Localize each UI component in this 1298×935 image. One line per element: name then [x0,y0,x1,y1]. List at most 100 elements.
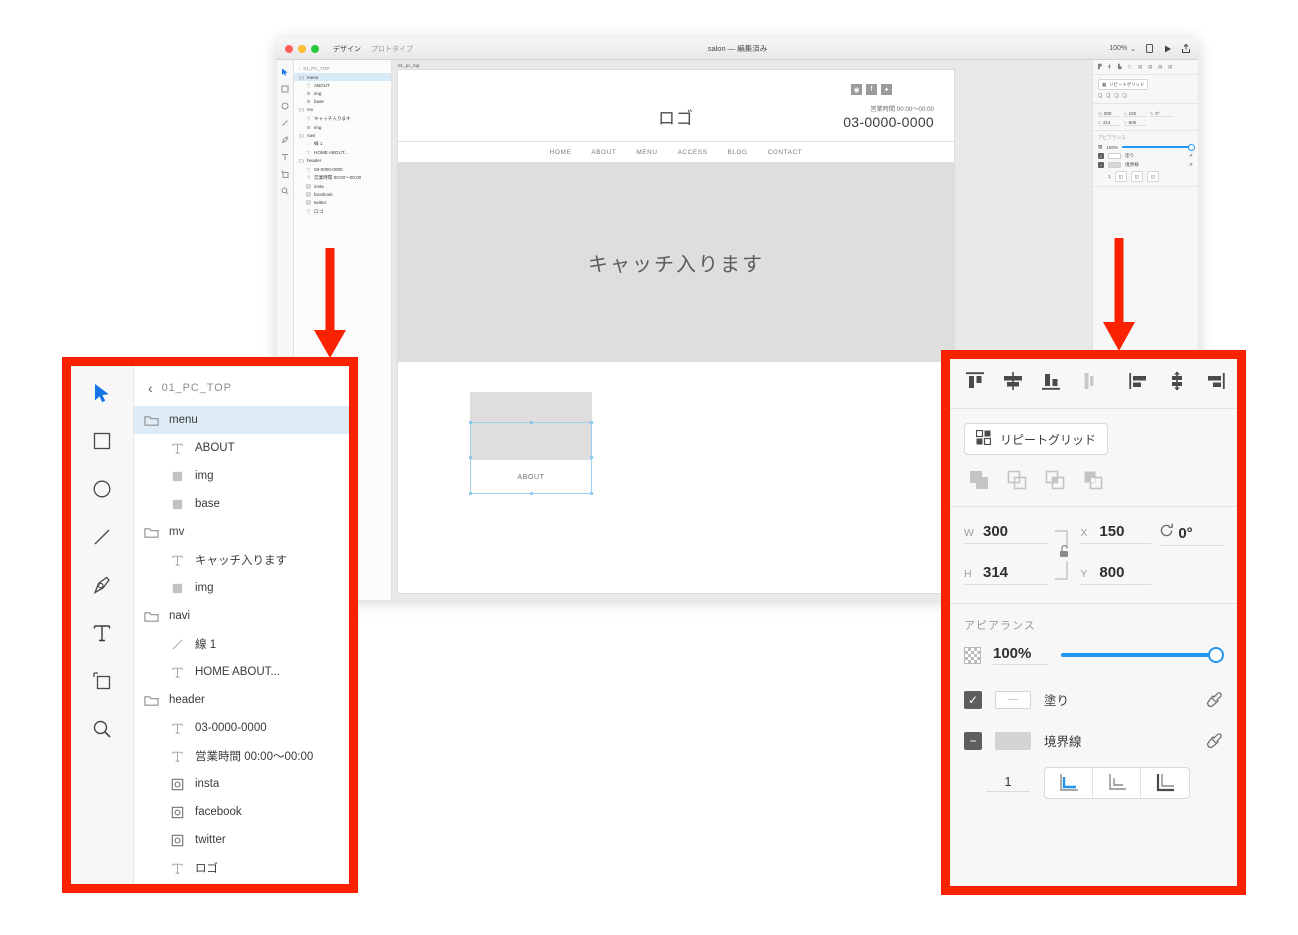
border-position-group[interactable] [1044,767,1190,799]
subtract-shape-icon[interactable] [1005,468,1029,492]
zoom-tool[interactable] [89,716,115,742]
mini-layer-row[interactable]: 営業時間 00:00〜00:00 [294,173,391,182]
text-tool[interactable] [281,152,290,161]
layer-row-base[interactable]: base [134,490,349,518]
layer-row-about[interactable]: ABOUT [134,434,349,462]
layer-row-twitter[interactable]: twitter [134,826,349,854]
layer-row-img[interactable]: img [134,574,349,602]
line-tool[interactable] [89,524,115,550]
exclude-shape-icon[interactable]: ❏ [1122,93,1126,99]
toolbar[interactable] [71,366,134,884]
mini-y-field[interactable]: Y 800 [1124,120,1146,126]
align-left-icon[interactable] [1128,371,1150,396]
mini-boolean-ops[interactable]: ❏ ❏ ❏ ❏ [1098,93,1193,99]
mini-layer-row[interactable]: img [294,123,391,131]
y-field[interactable]: Y 800 [1080,564,1152,585]
x-field[interactable]: X 150 [1080,523,1152,544]
play-preview-icon[interactable] [1163,44,1172,53]
mini-layer-row[interactable]: ロゴ [294,207,391,216]
add-shape-icon[interactable]: ❏ [1098,93,1102,99]
layer-row-insta[interactable]: insta [134,770,349,798]
align-horizontal-center-icon[interactable]: ▯ [1128,64,1134,70]
layer-row-navi[interactable]: navi [134,602,349,630]
layers-list-panel[interactable]: ‹ 01_PC_TOP menu ABOUT img base mv キャッチ入ります im… [134,366,349,884]
device-preview-icon[interactable] [1145,44,1154,53]
border-width-value[interactable]: 1 [986,774,1030,792]
pen-tool[interactable] [89,572,115,598]
fill-checkbox[interactable]: ✓ [964,690,982,709]
opacity-slider[interactable] [1061,647,1224,663]
select-tool[interactable] [281,67,290,76]
selection-handle[interactable] [469,492,472,495]
back-chevron-icon[interactable]: ‹ [148,380,154,396]
repeat-grid-button[interactable]: リピートグリッド [964,423,1109,455]
align-bottom-icon[interactable]: ▙ [1118,64,1124,70]
artboard-name-label[interactable]: 01_pc_top [398,63,419,68]
line-tool[interactable] [281,118,290,127]
layer-row-03-0000-0000[interactable]: 03-0000-0000 [134,714,349,742]
mini-align-toolbar[interactable]: ▛ ╋ ▙ ▯ ▤ ▤ ▤ ▤ [1093,60,1198,75]
mini-layer-row[interactable]: キャッチ入ります [294,114,391,123]
align-top-icon[interactable] [964,371,986,396]
align-right-icon[interactable] [1204,371,1226,396]
aspect-lock-toggle[interactable] [1048,523,1081,583]
fill-row[interactable]: ✓ — 塗り [950,679,1237,720]
mini-fill-row[interactable]: ✓ 塗り ✐ [1098,153,1193,159]
mini-rotation-field[interactable]: ↻ 0° [1150,111,1172,117]
layer-row-home-about[interactable]: HOME ABOUT... [134,658,349,686]
boolean-ops-row[interactable] [964,468,1223,492]
align-vertical-center-icon[interactable] [1002,371,1024,396]
rotation-field[interactable]: 0° [1159,523,1223,546]
align-vertical-center-icon[interactable]: ╋ [1108,64,1114,70]
exclude-shape-icon[interactable] [1081,468,1105,492]
distribute-horizontal-icon[interactable]: ▤ [1168,64,1174,70]
layer-row-1[interactable]: 線 1 [134,630,349,658]
border-color-swatch[interactable] [1108,162,1121,168]
subtract-shape-icon[interactable]: ❏ [1106,93,1110,99]
mini-layer-row[interactable]: 03-0000-0000 [294,165,391,173]
border-outside-icon[interactable] [1141,768,1189,798]
mini-layer-row[interactable]: base [294,98,391,106]
fill-color-swatch[interactable]: — [995,690,1031,709]
mini-layer-row[interactable]: menu [294,73,391,82]
artboard-tool[interactable] [89,668,115,694]
layer-row-[interactable]: キャッチ入ります [134,546,349,574]
eyedropper-icon[interactable]: ✐ [1189,153,1193,159]
artboard-tool[interactable] [281,169,290,178]
layer-row-00-00-00-00[interactable]: 営業時間 00:00〜00:00 [134,742,349,770]
text-tool[interactable] [89,620,115,646]
selection-handle[interactable] [590,456,593,459]
eyedropper-icon[interactable] [1205,691,1223,709]
align-left-icon[interactable]: ▤ [1138,64,1144,70]
eyedropper-icon[interactable]: ✐ [1189,162,1193,168]
mini-border-row[interactable]: − 境界線 ✐ [1098,162,1193,168]
align-horizontal-center-icon[interactable] [1078,371,1100,396]
add-shape-icon[interactable] [967,468,991,492]
mini-layer-row[interactable]: header [294,157,391,165]
mini-opacity-row[interactable]: ▨ 100% [1098,144,1195,150]
mini-layer-row[interactable]: HOME ABOUT... [294,149,391,157]
distribute-vertical-icon[interactable]: ▤ [1148,64,1154,70]
align-right-icon[interactable]: ▤ [1158,64,1164,70]
rectangle-tool[interactable] [89,428,115,454]
opacity-row[interactable]: 100% [950,637,1237,679]
ellipse-tool[interactable] [89,476,115,502]
mini-layer-row[interactable]: 線 1 [294,140,391,149]
layers-breadcrumb[interactable]: ‹ 01_PC_TOP [134,376,349,406]
zoom-level-control[interactable]: 100% ⌄ [1109,45,1136,53]
opacity-value[interactable]: 100% [993,645,1050,665]
opacity-slider-knob[interactable] [1208,647,1224,663]
repeat-grid-button[interactable]: ▦ リピートグリッド [1098,79,1149,90]
align-bottom-icon[interactable] [1040,371,1062,396]
artboard-01-pc-top[interactable]: ◉ f ✦ ロゴ 営業時間 00:00〜00:00 03-0000-0000 H… [398,70,954,593]
height-field[interactable]: H 314 [964,564,1048,585]
mini-layer-row[interactable]: facebook [294,191,391,199]
mini-layer-row[interactable]: navi [294,131,391,139]
border-color-swatch[interactable] [995,731,1031,750]
selection-handle[interactable] [469,421,472,424]
eyedropper-icon[interactable] [1205,732,1223,750]
mini-layer-row[interactable]: img [294,89,391,97]
border-center-icon[interactable] [1093,768,1141,798]
mini-layers-breadcrumb[interactable]: ‹ 01_PC_TOP [294,64,391,73]
select-tool[interactable] [89,380,115,406]
